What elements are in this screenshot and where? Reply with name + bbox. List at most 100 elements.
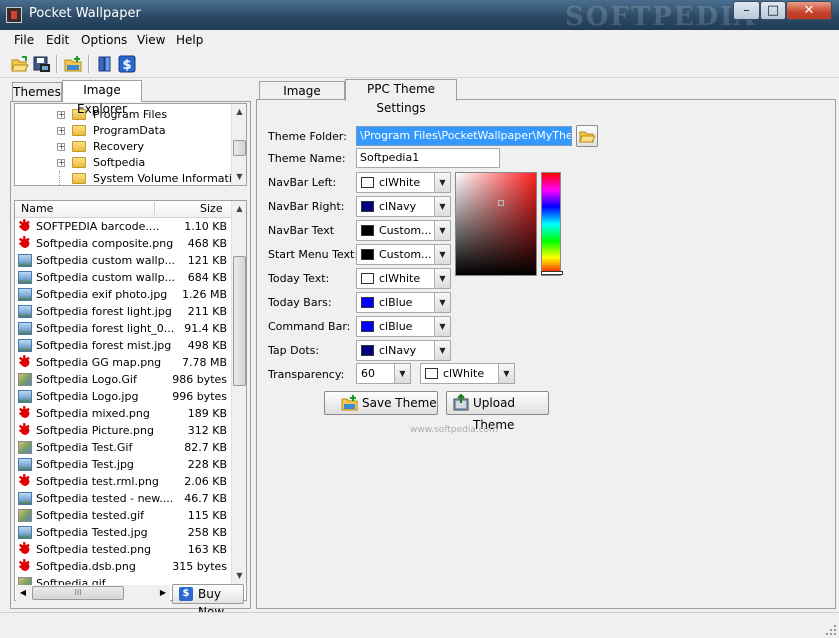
file-list[interactable]: Name Size SOFTPEDIA barcode....1.10 KBSo… [14,200,247,601]
resize-grip-icon[interactable] [825,624,837,636]
upload-theme-button[interactable]: Upload Theme [446,391,549,432]
scroll-thumb[interactable] [233,140,246,156]
color-select-value: clBlue [379,320,413,333]
minimize-button[interactable]: – [733,1,760,20]
folder-icon [72,125,86,136]
browse-folder-button[interactable] [576,125,598,147]
scroll-thumb[interactable]: III [32,586,124,600]
tab-themes[interactable]: Themes [12,82,62,102]
list-item[interactable]: SOFTPEDIA barcode.... 1.10 KB [15,217,231,235]
list-item[interactable]: Softpedia custom wallp... 121 KB [15,252,231,269]
scroll-right-icon[interactable]: ▶ [156,585,170,601]
chevron-down-icon[interactable]: ▼ [434,293,450,312]
transparency-color-select[interactable]: clWhite ▼ [420,363,515,384]
expand-icon[interactable]: + [57,127,65,135]
chevron-down-icon[interactable]: ▼ [434,317,450,336]
scroll-down-icon[interactable]: ▼ [232,169,246,185]
list-item[interactable]: Softpedia Picture.png 312 KB [15,421,231,439]
list-item[interactable]: Softpedia Logo.jpg 996 bytes [15,388,231,405]
file-size: 315 bytes [172,560,227,573]
list-item[interactable]: Softpedia mixed.png 189 KB [15,404,231,422]
tree-item[interactable]: + Recovery [15,139,233,155]
expand-icon[interactable]: + [57,159,65,167]
tree-item[interactable]: System Volume Information [15,171,246,185]
maximize-button[interactable]: □ [760,1,786,20]
folder-tree[interactable]: + Program Files + ProgramData + Recovery… [14,103,247,186]
png-file-icon [18,353,32,370]
color-select[interactable]: clBlue ▼ [356,292,451,313]
list-item[interactable]: Softpedia tested.gif 115 KB [15,507,231,524]
color-select[interactable]: clWhite ▼ [356,268,451,289]
menu-edit[interactable]: Edit [46,33,69,47]
title-bar[interactable]: SOFTPEDIA Pocket Wallpaper – □ ✕ [0,0,839,32]
color-select[interactable]: Custom... ▼ [356,244,451,265]
tab-image-explorer[interactable]: Image Explorer [62,80,142,116]
theme-folder-input[interactable]: \Program Files\PocketWallpaper\MyThemes [356,126,572,146]
list-scrollbar[interactable]: ▲ ▼ [231,201,246,584]
theme-name-input[interactable]: Softpedia1 [356,148,500,168]
list-item[interactable]: Softpedia exif photo.jpg 1.26 MB [15,286,231,303]
tab-ppc-theme-settings[interactable]: PPC Theme Settings [345,79,457,115]
list-item[interactable]: Softpedia forest light_0... 91.4 KB [15,320,231,337]
add-folder-icon[interactable] [63,54,83,74]
menu-help[interactable]: Help [176,33,203,47]
chevron-down-icon[interactable]: ▼ [434,221,450,240]
color-picker-cursor[interactable] [498,200,504,206]
scroll-thumb[interactable] [233,256,246,386]
menu-options[interactable]: Options [81,33,127,47]
close-button[interactable]: ✕ [786,1,832,20]
list-item[interactable]: Softpedia Tested.jpg 258 KB [15,524,231,541]
scroll-left-icon[interactable]: ◀ [16,585,30,601]
scroll-down-icon[interactable]: ▼ [232,568,246,584]
tree-item[interactable]: + Softpedia [15,155,233,171]
transparency-select[interactable]: 60 ▼ [356,363,411,384]
save-theme-button[interactable]: Save Theme [324,391,438,415]
menu-file[interactable]: File [14,33,34,47]
png-file-icon [18,421,32,438]
scroll-up-icon[interactable]: ▲ [232,104,246,120]
list-item[interactable]: Softpedia composite.png 468 KB [15,234,231,252]
chevron-down-icon[interactable]: ▼ [394,364,410,383]
list-item[interactable]: Softpedia tested.png 163 KB [15,540,231,558]
color-select[interactable]: clNavy ▼ [356,340,451,361]
buy-now-button[interactable]: $ Buy Now [172,584,244,619]
list-item[interactable]: Softpedia.dsb.png 315 bytes [15,557,231,575]
expand-icon[interactable]: + [57,143,65,151]
list-item[interactable]: Softpedia forest mist.jpg 498 KB [15,337,231,354]
tab-image-selection[interactable]: Image Selection [259,81,345,117]
app-icon[interactable] [6,7,22,23]
color-select[interactable]: clWhite ▼ [356,172,451,193]
chevron-down-icon[interactable]: ▼ [434,269,450,288]
list-item[interactable]: Softpedia GG map.png 7.78 MB [15,353,231,371]
menu-view[interactable]: View [137,33,165,47]
column-name-header[interactable]: Name [21,202,53,215]
book-icon[interactable] [95,54,115,74]
color-select[interactable]: clBlue ▼ [356,316,451,337]
tree-item[interactable]: + ProgramData [15,123,233,139]
chevron-down-icon[interactable]: ▼ [434,341,450,360]
scroll-up-icon[interactable]: ▲ [232,201,246,217]
list-item[interactable]: Softpedia Test.Gif 82.7 KB [15,439,231,456]
open-folder-icon[interactable] [10,54,30,74]
hue-slider-handle[interactable] [541,271,563,275]
list-item[interactable]: Softpedia Test.jpg 228 KB [15,456,231,473]
color-picker-square[interactable] [455,172,537,276]
dollar-icon[interactable]: $ [117,54,137,74]
column-size-header[interactable]: Size [200,202,223,215]
tree-scrollbar[interactable]: ▲ ▼ [231,104,246,185]
color-select[interactable]: Custom... ▼ [356,220,451,241]
list-item[interactable]: Softpedia custom wallp... 684 KB [15,269,231,286]
chevron-down-icon[interactable]: ▼ [434,245,450,264]
hue-slider[interactable] [541,172,563,276]
save-icon[interactable] [32,54,52,74]
chevron-down-icon[interactable]: ▼ [498,364,514,383]
horizontal-scrollbar[interactable]: ◀ III ▶ [16,585,170,601]
chevron-down-icon[interactable]: ▼ [434,173,450,192]
list-item[interactable]: Softpedia test.rml.png 2.06 KB [15,472,231,490]
chevron-down-icon[interactable]: ▼ [434,197,450,216]
list-item[interactable]: Softpedia Logo.Gif 986 bytes [15,371,231,388]
color-select[interactable]: clNavy ▼ [356,196,451,217]
list-item[interactable]: Softpedia forest light.jpg 211 KB [15,303,231,320]
list-item[interactable]: Softpedia tested - new.... 46.7 KB [15,490,231,507]
expand-icon[interactable]: + [57,111,65,119]
